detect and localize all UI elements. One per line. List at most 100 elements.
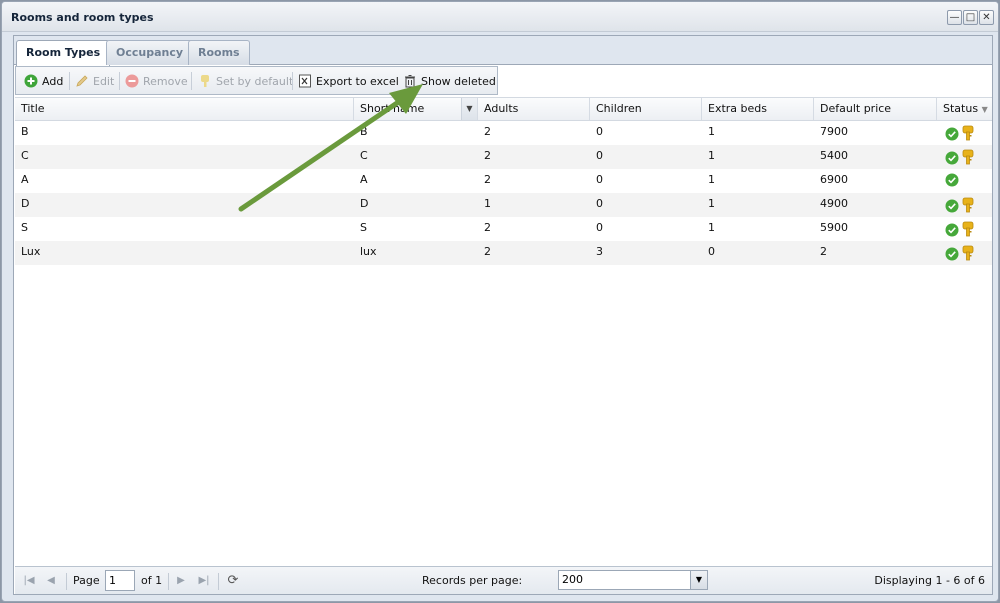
col-title[interactable]: Title bbox=[15, 98, 354, 120]
table-row[interactable]: C C 2 0 1 5400 bbox=[15, 145, 992, 169]
window-title: Rooms and room types bbox=[11, 11, 154, 24]
next-page-icon[interactable]: ▶ bbox=[173, 573, 189, 589]
cell-price: 2 bbox=[820, 245, 827, 258]
cell-adults: 2 bbox=[484, 149, 491, 162]
cell-children: 0 bbox=[596, 125, 603, 138]
set-default-label: Set by default bbox=[216, 74, 294, 88]
cell-title: C bbox=[21, 149, 29, 162]
minimize-button[interactable]: — bbox=[947, 10, 962, 25]
window: Rooms and room types — □ ✕ Room Types Oc… bbox=[1, 1, 999, 602]
col-extra-beds[interactable]: Extra beds bbox=[702, 98, 814, 120]
cell-extra: 1 bbox=[708, 221, 715, 234]
cell-extra: 1 bbox=[708, 197, 715, 210]
cell-short: D bbox=[360, 197, 369, 210]
col-children[interactable]: Children bbox=[590, 98, 702, 120]
status-ok-icon bbox=[945, 127, 959, 141]
cell-status bbox=[937, 217, 992, 241]
col-short-name-label: Short name bbox=[360, 102, 425, 115]
refresh-icon[interactable]: ⟳ bbox=[225, 573, 241, 589]
tab-rooms[interactable]: Rooms bbox=[188, 40, 250, 65]
remove-label: Remove bbox=[143, 74, 188, 88]
cell-title: D bbox=[21, 197, 30, 210]
status-ok-icon bbox=[945, 151, 959, 165]
cell-extra: 0 bbox=[708, 245, 715, 258]
edit-label: Edit bbox=[93, 74, 115, 88]
table-row[interactable]: D D 1 0 1 4900 bbox=[15, 193, 992, 217]
col-adults[interactable]: Adults bbox=[478, 98, 590, 120]
export-excel-button[interactable]: Export to excel bbox=[297, 71, 399, 91]
grid-header: Title Short name ▼ Adults Children Extra… bbox=[15, 97, 992, 121]
table-row[interactable]: S S 2 0 1 5900 bbox=[15, 217, 992, 241]
export-label: Export to excel bbox=[316, 74, 399, 88]
show-deleted-button[interactable]: Show deleted bbox=[402, 71, 496, 91]
cell-adults: 1 bbox=[484, 197, 491, 210]
trash-icon bbox=[402, 74, 417, 89]
cell-extra: 1 bbox=[708, 149, 715, 162]
main-panel: Room Types Occupancy Rooms Add Edit Remo… bbox=[13, 35, 993, 595]
maximize-button[interactable]: □ bbox=[963, 10, 978, 25]
page-label: Page bbox=[73, 574, 100, 587]
cell-title: B bbox=[21, 125, 29, 138]
table-row[interactable]: Lux lux 2 3 0 2 bbox=[15, 241, 992, 265]
cell-status bbox=[937, 145, 992, 169]
page-input[interactable]: 1 bbox=[105, 570, 135, 591]
table-row[interactable]: A A 2 0 1 6900 bbox=[15, 169, 992, 193]
excel-icon bbox=[297, 74, 312, 89]
cell-status bbox=[937, 193, 992, 217]
set-default-button[interactable]: Set by default bbox=[197, 71, 293, 91]
pencil-icon bbox=[74, 74, 89, 89]
cell-children: 0 bbox=[596, 149, 603, 162]
cell-short: S bbox=[360, 221, 367, 234]
cell-price: 6900 bbox=[820, 173, 848, 186]
records-per-page-label: Records per page: bbox=[422, 574, 523, 587]
cell-short: B bbox=[360, 125, 368, 138]
cell-price: 5900 bbox=[820, 221, 848, 234]
key-icon bbox=[197, 74, 212, 89]
cell-adults: 2 bbox=[484, 125, 491, 138]
cell-adults: 2 bbox=[484, 173, 491, 186]
remove-button[interactable]: Remove bbox=[124, 71, 188, 91]
add-button[interactable]: Add bbox=[23, 71, 63, 91]
default-key-icon bbox=[962, 125, 974, 141]
chevron-down-icon[interactable]: ▼ bbox=[690, 571, 707, 589]
default-key-icon bbox=[962, 221, 974, 237]
edit-button[interactable]: Edit bbox=[74, 71, 114, 91]
records-per-page-value: 200 bbox=[562, 573, 583, 586]
cell-adults: 2 bbox=[484, 221, 491, 234]
col-default-price[interactable]: Default price bbox=[814, 98, 937, 120]
close-button[interactable]: ✕ bbox=[979, 10, 994, 25]
cell-title: A bbox=[21, 173, 29, 186]
column-menu-icon[interactable]: ▼ bbox=[461, 98, 477, 120]
last-page-icon[interactable]: ▶| bbox=[196, 573, 212, 589]
cell-extra: 1 bbox=[708, 125, 715, 138]
toolbar: Add Edit Remove Set by default Export to… bbox=[15, 66, 498, 95]
cell-children: 0 bbox=[596, 173, 603, 186]
cell-price: 4900 bbox=[820, 197, 848, 210]
minus-circle-icon bbox=[124, 74, 139, 89]
cell-price: 5400 bbox=[820, 149, 848, 162]
tab-strip: Room Types Occupancy Rooms bbox=[14, 36, 992, 66]
cell-status bbox=[937, 169, 992, 193]
cell-short: A bbox=[360, 173, 368, 186]
col-short-name[interactable]: Short name ▼ bbox=[354, 98, 478, 120]
cell-extra: 1 bbox=[708, 173, 715, 186]
cell-short: lux bbox=[360, 245, 377, 258]
status-ok-icon bbox=[945, 223, 959, 237]
prev-page-icon[interactable]: ◀ bbox=[43, 573, 59, 589]
tab-occupancy[interactable]: Occupancy bbox=[106, 40, 194, 65]
col-status-label: Status bbox=[943, 102, 979, 115]
first-page-icon[interactable]: |◀ bbox=[21, 573, 37, 589]
page-of-label: of 1 bbox=[141, 574, 163, 587]
default-key-icon bbox=[962, 245, 974, 261]
cell-short: C bbox=[360, 149, 368, 162]
plus-circle-icon bbox=[23, 74, 38, 89]
table-row[interactable]: B B 2 0 1 7900 bbox=[15, 121, 992, 145]
tab-room-types[interactable]: Room Types bbox=[16, 40, 111, 66]
display-info: Displaying 1 - 6 of 6 bbox=[874, 574, 985, 587]
status-ok-icon bbox=[945, 173, 959, 187]
records-per-page-select[interactable]: 200 ▼ bbox=[558, 570, 708, 590]
cell-title: S bbox=[21, 221, 28, 234]
col-status[interactable]: Status ▼ bbox=[937, 98, 992, 120]
cell-adults: 2 bbox=[484, 245, 491, 258]
status-ok-icon bbox=[945, 247, 959, 261]
